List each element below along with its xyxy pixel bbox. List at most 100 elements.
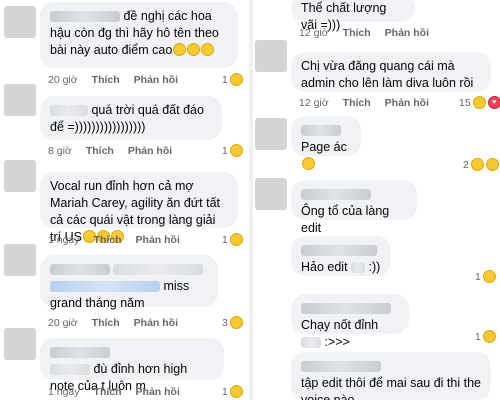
reply-button[interactable]: Phản hồi	[134, 317, 178, 329]
comment-text: Chạy nốt đỉnh	[301, 318, 379, 332]
reply-button[interactable]: Phản hồi	[385, 27, 429, 39]
redacted-username	[301, 125, 341, 137]
comment-bubble: Thể chất lượng vãi =)))	[291, 0, 415, 32]
reaction-summary[interactable]: 1	[222, 233, 243, 246]
comment-time: 20 giờ	[48, 317, 78, 329]
avatar[interactable]	[4, 84, 36, 116]
reaction-summary[interactable]: 1	[222, 73, 243, 86]
comment-time: 20 giờ	[48, 74, 78, 86]
laugh-icon	[482, 270, 496, 283]
comment-actions: 12 giờ Thích Phản hồi	[299, 97, 429, 109]
reply-button[interactable]: Phản hồi	[136, 386, 180, 398]
redacted-username	[301, 245, 377, 257]
laugh-emoji-icon	[201, 43, 215, 56]
like-button[interactable]: Thích	[94, 386, 122, 398]
reaction-summary[interactable]: 1	[475, 270, 496, 283]
laugh-icon	[229, 144, 243, 157]
like-button[interactable]: Thích	[343, 97, 371, 109]
reaction-count: 3	[222, 316, 228, 329]
redacted-username	[50, 105, 88, 117]
comment-text: Page ác	[301, 140, 347, 154]
laugh-emoji-icon	[173, 43, 187, 56]
comment-bubble: Chạy nốt đỉnh :>>>	[291, 294, 409, 349]
comment-bubble: đề nghị các hoa hậu còn đg thì hãy hô tê…	[40, 2, 238, 68]
reaction-summary[interactable]: 1	[475, 330, 496, 343]
reply-button[interactable]: Phản hồi	[136, 234, 180, 246]
redacted-text	[50, 364, 90, 376]
comment-text-tail: :>>>	[324, 335, 350, 349]
avatar[interactable]	[4, 6, 36, 38]
laugh-icon	[472, 96, 486, 109]
laugh-emoji-icon	[187, 43, 201, 56]
reply-button[interactable]: Phản hồi	[385, 97, 429, 109]
comment-actions: 1 ngày Thích Phản hồi	[48, 386, 180, 398]
redacted-username	[301, 361, 381, 373]
reply-button[interactable]: Phản hồi	[134, 74, 178, 86]
redacted-username	[50, 347, 110, 359]
comment-bubble: tập edit thôi để mai sau đi thi the voic…	[291, 352, 491, 400]
comment-text: tập edit thôi để mai sau đi thi the voic…	[301, 376, 485, 400]
comment-bubble: Ông tổ của làng edit	[291, 180, 417, 235]
reaction-summary[interactable]: 2	[463, 158, 499, 171]
reaction-count: 2	[463, 158, 469, 171]
reaction-summary[interactable]: 15 ♥	[459, 96, 500, 109]
comment-time: 12 giờ	[299, 27, 329, 39]
reaction-count: 1	[475, 270, 481, 283]
like-button[interactable]: Thích	[343, 27, 371, 39]
comment-actions: 20 giờ Thích Phản hồi	[48, 317, 178, 329]
comment-bubble: đù đỉnh hơn high note của t luôn m	[40, 338, 224, 393]
reaction-summary[interactable]: 1	[222, 144, 243, 157]
comment-actions: 8 giờ Thích Phản hồi	[48, 145, 172, 157]
comment-actions: 20 giờ Thích Phản hồi	[48, 74, 178, 86]
laugh-icon	[229, 73, 243, 86]
like-button[interactable]: Thích	[92, 74, 120, 86]
reply-button[interactable]: Phản hồi	[128, 145, 172, 157]
like-button[interactable]: Thích	[94, 234, 122, 246]
comment-text: Ông tổ của làng edit	[301, 204, 393, 235]
comment-time: 1 ngày	[48, 234, 80, 246]
redacted-username	[50, 264, 110, 276]
redacted-username	[301, 303, 391, 315]
like-button[interactable]: Thích	[92, 317, 120, 329]
sad-icon	[485, 158, 499, 171]
comment-time: 12 giờ	[299, 97, 329, 109]
laugh-icon	[229, 233, 243, 246]
avatar[interactable]	[255, 178, 287, 210]
avatar[interactable]	[255, 118, 287, 150]
like-button[interactable]: Thích	[86, 145, 114, 157]
redacted-username	[50, 11, 120, 23]
comment-time: 1 ngày	[48, 386, 80, 398]
reaction-summary[interactable]: 3	[222, 316, 243, 329]
avatar[interactable]	[4, 328, 36, 360]
comment-text-tail: :))	[368, 260, 381, 274]
laugh-icon	[229, 385, 243, 398]
reaction-count: 1	[222, 385, 228, 398]
reaction-count: 15	[459, 96, 471, 109]
reaction-summary[interactable]: 1	[222, 385, 243, 398]
redacted-text	[301, 337, 321, 349]
reaction-count: 1	[222, 73, 228, 86]
avatar[interactable]	[4, 244, 36, 276]
comments-column-left: đề nghị các hoa hậu còn đg thì hãy hô tê…	[0, 0, 249, 400]
comment-text: Hảo edit	[301, 260, 348, 274]
avatar[interactable]	[255, 40, 287, 72]
reaction-count: 1	[222, 144, 228, 157]
comment-time: 8 giờ	[48, 145, 72, 157]
comments-column-right: Thể chất lượng vãi =))) 12 giờ Thích Phả…	[253, 0, 500, 400]
redacted-text	[351, 262, 366, 274]
love-icon: ♥	[487, 96, 500, 109]
reaction-count: 1	[222, 233, 228, 246]
comment-bubble: Hảo edit :))	[291, 236, 391, 276]
comment-bubble: quá trời quá đất đáo để =)))))))))))))))…	[40, 96, 222, 140]
laugh-emoji-icon	[302, 157, 315, 170]
comment-bubble: Vocal run đỉnh hơn cả mợ Mariah Carey, a…	[40, 172, 238, 244]
avatar[interactable]	[4, 160, 36, 192]
redacted-username	[301, 189, 371, 201]
comment-text: Chị vừa đăng quang cái mà admin cho lên …	[301, 59, 474, 90]
comment-bubble: miss grand tháng năm	[40, 255, 218, 310]
sad-icon	[482, 330, 496, 343]
comment-bubble: Page ác	[291, 116, 361, 170]
reaction-count: 1	[475, 330, 481, 343]
laugh-icon	[470, 158, 484, 171]
comment-bubble: Chị vừa đăng quang cái mà admin cho lên …	[291, 52, 491, 92]
